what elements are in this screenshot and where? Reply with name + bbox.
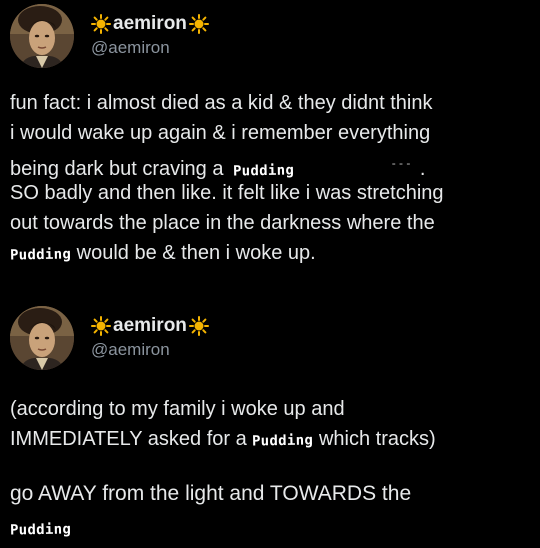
text-segment: being dark but craving a [10, 158, 224, 180]
handwritten-word: Pudding [232, 162, 295, 180]
text-segment: would be & then i woke up. [76, 242, 316, 264]
text-segment: IMMEDIATELY asked for a [10, 428, 247, 450]
text-line: out towards the place in the darkness wh… [10, 212, 435, 234]
avatar[interactable] [10, 4, 74, 68]
handwritten-word: Pudding [9, 246, 72, 264]
display-name-text: aemiron [113, 315, 187, 336]
handle[interactable]: @aemiron [91, 37, 209, 59]
sun-icon [188, 316, 209, 336]
post-text: fun fact: i almost died as a kid & they … [10, 88, 444, 268]
handle[interactable]: @aemiron [91, 339, 209, 361]
scribble-mark: - - - [391, 156, 411, 170]
text-line: SO badly and then like. it felt like i w… [10, 182, 444, 204]
text-line: Pudding would be & then i woke up. [10, 238, 444, 268]
text-line: fun fact: i almost died as a kid & they … [10, 92, 433, 114]
text-line: IMMEDIATELY asked for a Pudding which tr… [10, 424, 436, 454]
sun-icon [188, 14, 209, 34]
display-name-text: aemiron [113, 13, 187, 34]
handwritten-word: Pudding [9, 521, 72, 539]
text-segment: . [419, 158, 426, 180]
text-line: being dark but craving a Pudding - - - . [10, 148, 444, 180]
caption-text: go AWAY from the light and TOWARDS the P… [10, 479, 411, 543]
text-segment: which tracks) [318, 428, 436, 450]
display-name[interactable]: aemiron [91, 13, 209, 35]
text-line: Pudding [10, 513, 411, 543]
avatar[interactable] [10, 306, 74, 370]
text-line: go AWAY from the light and TOWARDS the [10, 482, 412, 505]
text-line: (according to my family i woke up and [10, 398, 345, 420]
text-line: i would wake up again & i remember every… [10, 122, 431, 144]
display-name[interactable]: aemiron [91, 315, 209, 337]
sun-icon [91, 316, 111, 336]
sun-icon [91, 14, 111, 34]
post-text: (according to my family i woke up and IM… [10, 394, 436, 454]
handwritten-word: Pudding [252, 432, 314, 450]
post-header: aemiron @aemiron [10, 306, 209, 370]
painted-portrait-avatar [10, 4, 74, 68]
painted-portrait-avatar [10, 306, 74, 370]
post-header: aemiron @aemiron [10, 4, 209, 68]
